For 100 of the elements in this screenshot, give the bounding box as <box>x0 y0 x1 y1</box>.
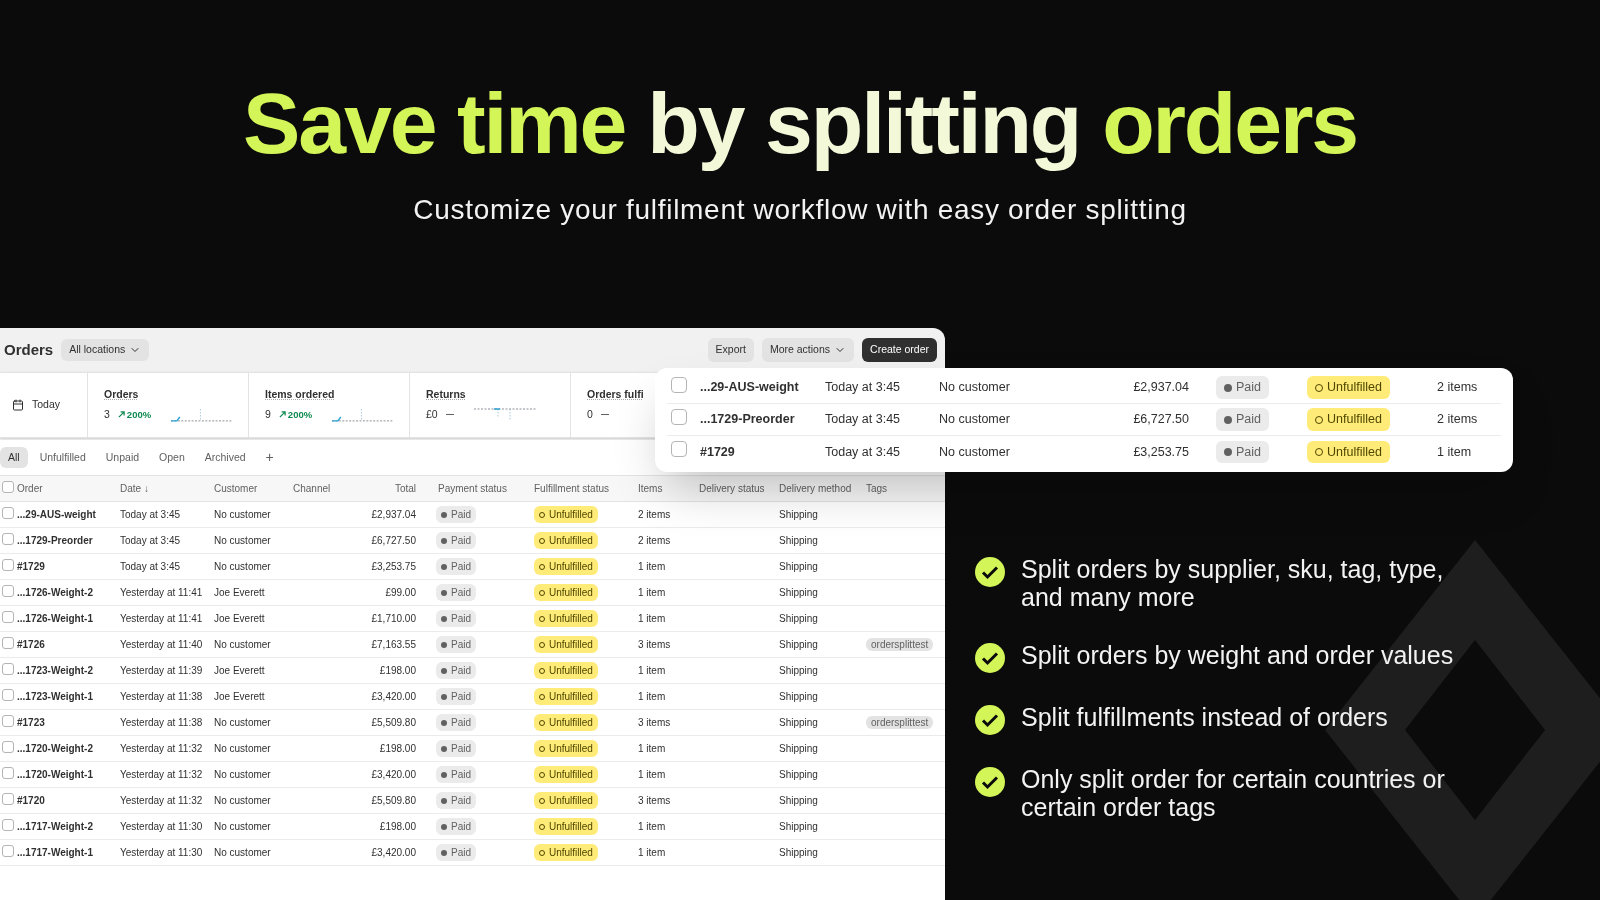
fulfillment-badge: Unfulfilled <box>534 662 598 679</box>
fulfillment-badge: Unfulfilled <box>1307 408 1390 431</box>
payment-badge: Paid <box>436 532 476 549</box>
order-number[interactable]: ...1729-Preorder <box>17 533 120 548</box>
row-checkbox[interactable] <box>2 636 14 649</box>
payment-badge: Paid <box>436 558 476 575</box>
row-checkbox[interactable] <box>2 740 14 753</box>
sparkline <box>332 407 393 422</box>
order-number[interactable]: ...1729-Preorder <box>700 410 825 429</box>
payment-badge: Paid <box>1216 376 1270 399</box>
payment-badge: Paid <box>436 844 476 861</box>
column-header: Date ↓ <box>120 482 150 496</box>
order-number[interactable]: ...1717-Weight-1 <box>17 845 120 860</box>
row-checkbox[interactable] <box>2 688 14 701</box>
check-circle-icon <box>975 767 1005 797</box>
page-title: Orders <box>4 339 54 360</box>
items-cell-text: 3 items <box>638 794 672 808</box>
order-number[interactable]: ...29-AUS-weight <box>700 378 825 397</box>
column-header: Items <box>638 482 664 496</box>
total-cell-text: £3,253.75 <box>370 560 416 574</box>
row-checkbox[interactable] <box>2 584 14 597</box>
row-checkbox[interactable] <box>2 662 14 675</box>
total-cell-text: £2,937.04 <box>1132 379 1189 397</box>
location-dropdown[interactable]: All locations <box>61 339 150 361</box>
delivery-method-cell-text: Shipping <box>779 534 819 548</box>
fulfillment-badge: Unfulfilled <box>1307 440 1390 464</box>
action-button[interactable]: Create order <box>862 338 937 362</box>
items-cell-text: 2 items <box>638 534 672 548</box>
row-checkbox[interactable] <box>2 766 14 779</box>
row-checkbox[interactable] <box>2 818 14 831</box>
order-number[interactable]: ...1726-Weight-2 <box>17 585 120 600</box>
order-number[interactable]: #1729 <box>17 559 120 574</box>
filter-tab[interactable]: All <box>0 446 28 469</box>
order-number[interactable]: ...1723-Weight-1 <box>17 689 120 704</box>
customer-cell-text: No customer <box>214 716 272 730</box>
trend-up-arrow-icon <box>117 411 125 419</box>
action-button[interactable]: More actions <box>761 338 855 362</box>
delivery-method-cell-text: Shipping <box>779 612 819 626</box>
order-number[interactable]: ...1720-Weight-1 <box>17 767 120 782</box>
customer-cell-text: No customer <box>214 768 272 782</box>
items-cell-text: 1 item <box>638 690 667 704</box>
order-number[interactable]: ...1717-Weight-2 <box>17 819 120 834</box>
date-cell-text: Yesterday at 11:41 <box>120 612 204 626</box>
add-tab-button[interactable]: + <box>257 447 282 468</box>
payment-badge: Paid <box>436 584 476 601</box>
order-number[interactable]: #1729 <box>700 442 825 462</box>
row-checkbox[interactable] <box>2 610 14 623</box>
order-number[interactable]: ...1726-Weight-1 <box>17 611 120 626</box>
date-cell-text: Yesterday at 11:41 <box>120 586 204 600</box>
calendar-icon <box>12 399 24 411</box>
fulfillment-badge: Unfulfilled <box>1307 376 1390 399</box>
filter-tab[interactable]: Open <box>151 446 193 469</box>
delivery-method-cell-text: Shipping <box>779 586 819 600</box>
fulfillment-badge: Unfulfilled <box>534 714 598 731</box>
row-checkbox[interactable] <box>671 376 687 393</box>
items-cell-text: 3 items <box>638 638 672 652</box>
fulfillment-badge: Unfulfilled <box>534 558 598 575</box>
sparkline <box>171 407 232 422</box>
customer-cell-text: Joe Everett <box>214 690 266 704</box>
column-header: Tags <box>866 482 889 496</box>
total-cell-text: £6,727.50 <box>1132 411 1189 429</box>
order-number[interactable]: ...29-AUS-weight <box>17 507 120 522</box>
stat-label: Orders <box>104 387 140 403</box>
payment-badge: Paid <box>436 740 476 757</box>
delivery-method-cell-text: Shipping <box>779 794 819 808</box>
customer-cell-text: No customer <box>214 638 272 652</box>
fulfillment-badge: Unfulfilled <box>534 610 598 627</box>
row-checkbox[interactable] <box>2 714 14 727</box>
stat-value: 0 <box>587 407 593 422</box>
column-header: Total <box>393 482 416 496</box>
filter-tab[interactable]: Archived <box>196 446 254 469</box>
row-checkbox[interactable] <box>671 408 687 425</box>
row-checkbox[interactable] <box>671 441 687 458</box>
total-cell-text: £5,509.80 <box>370 716 416 730</box>
fulfillment-badge: Unfulfilled <box>534 584 598 601</box>
filter-tab[interactable]: Unpaid <box>97 446 148 469</box>
order-number[interactable]: #1723 <box>17 715 120 730</box>
date-cell-text: Yesterday at 11:30 <box>120 820 204 834</box>
row-checkbox[interactable] <box>2 558 14 571</box>
stat-label: Returns <box>426 387 467 403</box>
date-cell-text: Today at 3:45 <box>120 508 182 522</box>
payment-badge: Paid <box>436 506 476 523</box>
customer-cell-text: Joe Everett <box>214 664 266 678</box>
row-checkbox[interactable] <box>2 506 14 519</box>
customer-cell-text: No customer <box>214 846 272 860</box>
order-number[interactable]: ...1723-Weight-2 <box>17 663 120 678</box>
row-checkbox[interactable] <box>2 532 14 545</box>
date-range-button[interactable]: Today <box>0 373 88 437</box>
row-checkbox[interactable] <box>2 792 14 805</box>
total-cell-text: £7,163.55 <box>370 638 416 652</box>
order-number[interactable]: #1726 <box>17 637 120 652</box>
action-button[interactable]: Export <box>707 338 754 362</box>
order-number[interactable]: ...1720-Weight-2 <box>17 741 120 756</box>
total-cell-text: £3,420.00 <box>370 768 416 782</box>
total-cell-text: £3,420.00 <box>370 690 416 704</box>
date-cell-text: Today at 3:45 <box>825 443 902 461</box>
order-number[interactable]: #1720 <box>17 793 120 808</box>
row-checkbox[interactable] <box>2 844 14 857</box>
filter-tab[interactable]: Unfulfilled <box>31 446 94 469</box>
row-checkbox[interactable] <box>2 480 14 493</box>
